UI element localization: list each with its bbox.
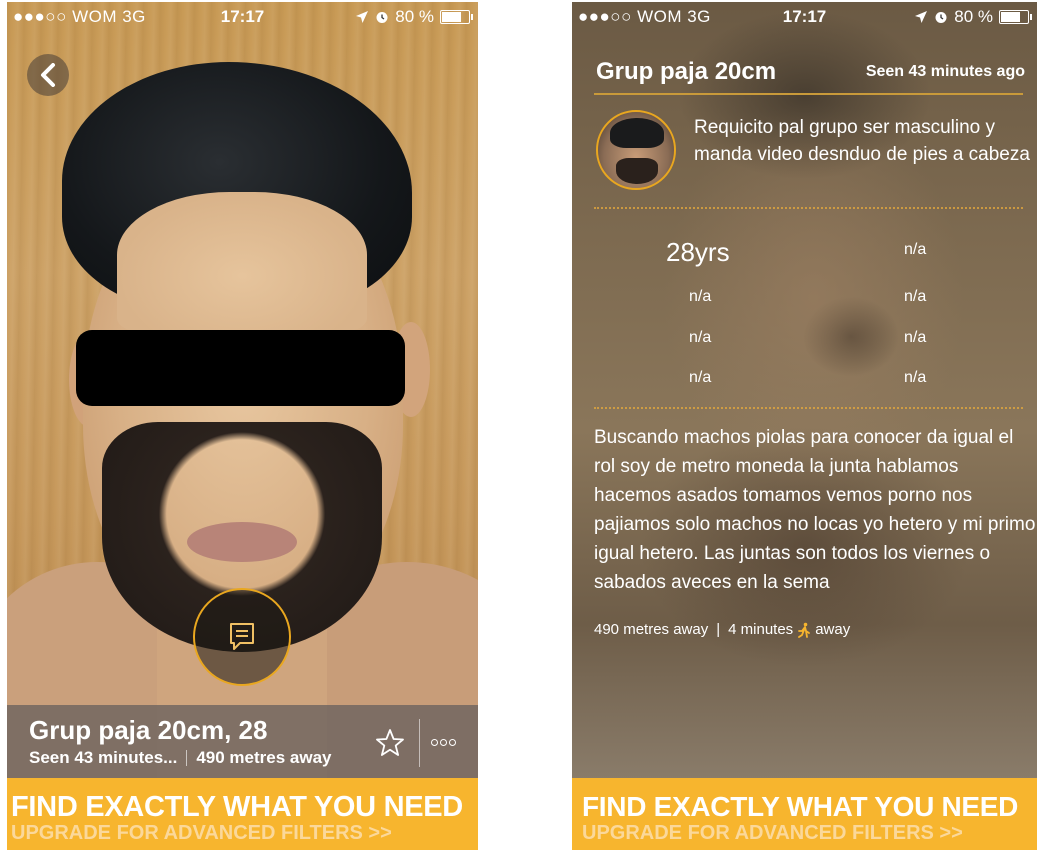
avatar[interactable] [596, 110, 676, 190]
strip-divider [419, 719, 420, 767]
more-icon [431, 738, 438, 746]
stat-value: n/a [904, 369, 927, 386]
photo-mouth [187, 522, 297, 562]
profile-headline: Requicito pal grupo ser masculino y mand… [694, 117, 1030, 165]
subline-separator [186, 750, 188, 766]
avatar-hair [610, 118, 664, 148]
profile-photo-screen: ●●●○○ WOM 3G 17:17 80 % Grup paja 20cm, … [7, 2, 478, 850]
profile-subline: Seen 43 minutes... 490 metres away [29, 748, 332, 768]
upgrade-subtitle: UPGRADE FOR ADVANCED FILTERS >> [582, 822, 963, 844]
stat-value: n/a [689, 288, 712, 305]
chat-icon [230, 623, 254, 650]
stat-value: n/a [904, 288, 927, 305]
walk-suffix: away [815, 621, 851, 638]
clock: 17:17 [782, 7, 827, 26]
back-button[interactable] [27, 54, 69, 96]
favorite-button[interactable] [374, 727, 406, 759]
chat-button[interactable] [193, 588, 291, 686]
status-bar: ●●●○○ WOM 3G 17:17 80 % [572, 2, 1037, 30]
upgrade-title: FIND EXACTLY WHAT YOU NEED [582, 791, 1019, 822]
upgrade-banner[interactable]: FIND EXACTLY WHAT YOU NEED UPGRADE FOR A… [7, 778, 478, 850]
last-seen: Seen 43 minutes... [29, 748, 178, 767]
alarm-icon [935, 12, 947, 23]
profile-name: Grup paja 20cm, 28 [29, 715, 268, 745]
distance-info: 490 metres away | 4 minutes away [594, 621, 850, 638]
more-icon-dot-2 [440, 738, 447, 746]
walking-person-icon [798, 622, 811, 638]
more-button[interactable] [431, 735, 467, 749]
photo-forehead [117, 192, 367, 332]
distance: 490 metres away [196, 748, 332, 767]
carrier-label: ●●●○○ WOM 3G [13, 7, 146, 26]
walk-time: 4 minutes [728, 621, 794, 638]
back-chevron-icon [41, 63, 55, 87]
star-icon [376, 729, 404, 756]
status-bar: ●●●○○ WOM 3G 17:17 80 % [7, 2, 478, 30]
battery-icon [999, 10, 1032, 24]
profile-info-bar: Grup paja 20cm, 28 Seen 43 minutes... 49… [7, 705, 478, 778]
upgrade-banner[interactable]: FIND EXACTLY WHAT YOU NEED UPGRADE FOR A… [572, 778, 1037, 850]
stat-value: n/a [689, 369, 712, 386]
status-right: 80 % [914, 7, 1032, 27]
stat-value: n/a [689, 329, 712, 346]
location-arrow-icon [356, 11, 369, 23]
stat-age: 28yrs [666, 237, 730, 267]
header-divider [594, 93, 1023, 95]
status-right: 80 % [355, 7, 473, 27]
battery-percent: 80 % [395, 7, 434, 26]
upgrade-subtitle: UPGRADE FOR ADVANCED FILTERS >> [11, 822, 392, 844]
upgrade-title: FIND EXACTLY WHAT YOU NEED [11, 791, 463, 823]
section-divider [594, 407, 1023, 409]
censor-bar [76, 330, 405, 406]
location-arrow-icon [915, 11, 928, 23]
stat-value: n/a [904, 329, 927, 346]
clock: 17:17 [220, 7, 265, 26]
distance: 490 metres away [594, 621, 709, 638]
distance-separator: | [716, 621, 721, 638]
section-divider [594, 207, 1023, 209]
carrier-label: ●●●○○ WOM 3G [578, 7, 711, 26]
profile-description: Buscando machos piolas para conocer da i… [594, 427, 1036, 593]
profile-name: Grup paja 20cm [596, 58, 777, 85]
battery-icon [440, 10, 473, 24]
more-icon-dot-3 [449, 738, 456, 746]
avatar-beard [616, 158, 658, 184]
profile-detail-screen: ●●●○○ WOM 3G 17:17 80 % Grup paja 20cm S… [572, 2, 1037, 850]
battery-percent: 80 % [954, 7, 993, 26]
last-seen: Seen 43 minutes ago [865, 63, 1025, 80]
alarm-icon [376, 12, 388, 23]
stat-value: n/a [904, 241, 927, 258]
